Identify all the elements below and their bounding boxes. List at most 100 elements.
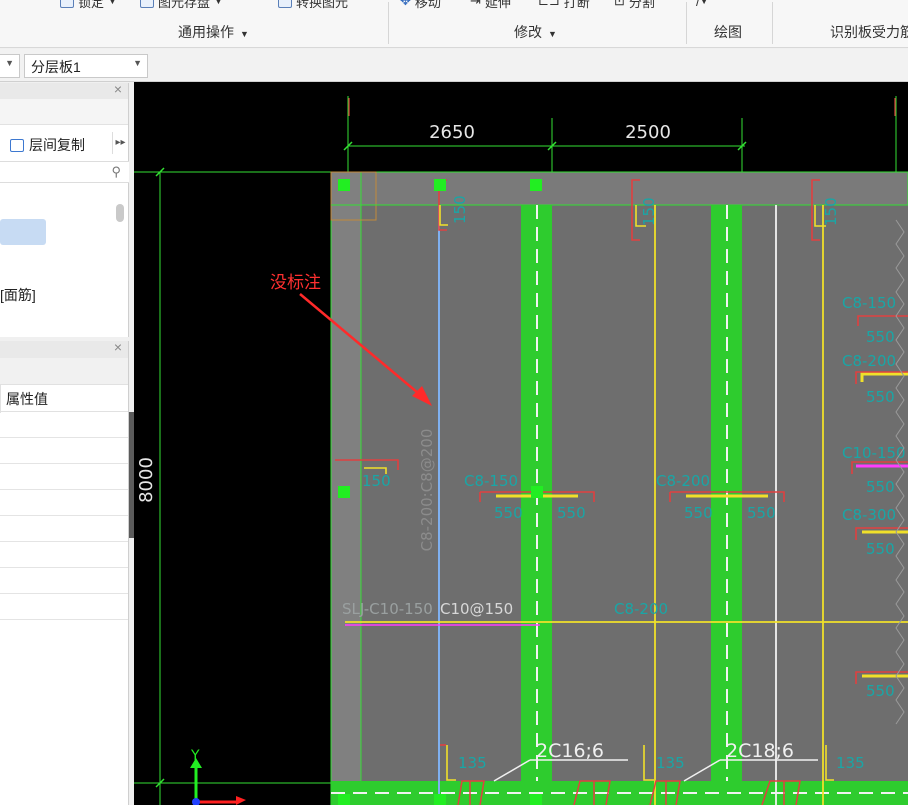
property-panel: × 属性值 — [0, 339, 129, 805]
close-icon[interactable]: × — [114, 81, 122, 97]
group-identify-label: 识别板受力筋 — [830, 24, 908, 40]
scrollbar-thumb[interactable] — [116, 204, 124, 222]
svg-text:Y: Y — [190, 748, 200, 764]
convert-block-tool[interactable]: 转换图元 — [278, 0, 348, 12]
svg-text:550: 550 — [866, 328, 895, 346]
drawing-canvas[interactable]: 2650 2500 8000 SLJ-C10-150 C10@150 C8-20… — [134, 82, 908, 805]
search-icon: ⚲ — [111, 164, 121, 179]
svg-text:135: 135 — [836, 754, 865, 772]
floor-dropdown[interactable]: ▼ — [0, 54, 20, 78]
property-row[interactable] — [0, 516, 128, 542]
property-row[interactable] — [0, 542, 128, 568]
property-row[interactable] — [0, 412, 128, 438]
move-label: 移动 — [414, 0, 441, 10]
svg-text:150: 150 — [362, 472, 391, 490]
group-identify[interactable]: 识别板受力筋 — [830, 22, 908, 42]
block-save-icon — [140, 0, 154, 8]
floor-copy-button[interactable]: 层间复制 — [10, 135, 85, 155]
group-modify[interactable]: 修改 ▼ — [514, 22, 557, 42]
grip-point — [338, 486, 350, 498]
grip-point — [338, 794, 350, 805]
lock-icon — [60, 0, 74, 8]
group-draw[interactable]: 绘图 — [714, 22, 742, 42]
convert-block-icon — [278, 0, 292, 8]
grip-point — [530, 179, 542, 191]
group-divider — [772, 2, 773, 44]
beam-label: 2C16;6 — [536, 740, 604, 762]
break-label: 打断 — [563, 0, 590, 10]
grip-point — [530, 794, 542, 805]
copy-icon — [10, 139, 24, 152]
property-row[interactable] — [0, 464, 128, 490]
search-input[interactable]: ⚲ — [0, 161, 129, 183]
split-icon: ⊡ — [614, 0, 625, 8]
dimension-label: 2500 — [625, 122, 671, 143]
beam-label: 2C18;6 — [726, 740, 794, 762]
property-header-row: 属性值 — [0, 384, 128, 413]
block-save-label: 图元存盘 — [158, 0, 211, 10]
split-tool[interactable]: ⊡ 分割 — [614, 0, 655, 12]
panel-header: × — [0, 81, 128, 99]
svg-text:550: 550 — [494, 504, 523, 522]
svg-text:550: 550 — [866, 682, 895, 700]
svg-text:550: 550 — [557, 504, 586, 522]
property-row[interactable] — [0, 438, 128, 464]
split-label: 分割 — [628, 0, 655, 10]
dimension-label: 2650 — [429, 122, 475, 143]
extend-tool[interactable]: ⇥ 延伸 — [470, 0, 511, 12]
break-tool[interactable]: ⊏⊐ 打断 — [538, 0, 590, 12]
ucs-axis-icon: Y — [190, 748, 246, 805]
tree-item[interactable]: [面筋] — [0, 285, 36, 305]
svg-text:C8-150: C8-150 — [464, 472, 518, 490]
svg-text:C8-200: C8-200 — [842, 352, 896, 370]
component-panel: × 层间复制 ▸▸ ⚲ [面筋] — [0, 81, 129, 337]
chevron-down-icon: ▼ — [5, 58, 14, 68]
extend-label: 延伸 — [484, 0, 511, 10]
layer-dropdown[interactable]: 分层板1 ▼ — [24, 54, 148, 78]
svg-text:C8-300: C8-300 — [842, 506, 896, 524]
lock-tool[interactable]: 锁定 ▼ — [60, 0, 117, 12]
block-save-tool[interactable]: 图元存盘 ▼ — [140, 0, 223, 12]
panel-toolbar — [0, 99, 128, 125]
rebar-label: C8-200 — [614, 600, 668, 618]
chevron-down-icon: ▼ — [133, 58, 142, 68]
break-icon: ⊏⊐ — [538, 0, 560, 8]
property-value-header: 属性值 — [6, 391, 48, 407]
layer-toolbar: ▼ 分层板1 ▼ — [0, 49, 908, 82]
rebar-label: SLJ-C10-150 — [342, 600, 433, 618]
grip-point — [531, 486, 543, 498]
svg-text:C8-200: C8-200 — [656, 472, 710, 490]
grip-point — [434, 179, 446, 191]
property-row[interactable] — [0, 594, 128, 620]
group-general[interactable]: 通用操作 ▼ — [178, 22, 249, 42]
draw-dropdown[interactable]: / ▼ — [696, 0, 709, 12]
close-icon[interactable]: × — [114, 339, 122, 355]
group-modify-label: 修改 — [514, 24, 542, 40]
svg-text:150: 150 — [451, 195, 469, 224]
svg-text:550: 550 — [866, 478, 895, 496]
lock-label: 锁定 — [78, 0, 105, 10]
svg-text:550: 550 — [866, 540, 895, 558]
more-icon[interactable]: ▸▸ — [112, 132, 128, 154]
rebar-label-vertical: C8-200:C8@200 — [418, 429, 436, 552]
red-ticks — [348, 98, 896, 116]
floor-copy-label: 层间复制 — [29, 137, 85, 153]
cad-drawing[interactable]: 2650 2500 8000 SLJ-C10-150 C10@150 C8-20… — [134, 82, 908, 805]
layer-value: 分层板1 — [31, 59, 81, 75]
extend-icon: ⇥ — [470, 0, 481, 8]
group-general-label: 通用操作 — [178, 24, 234, 40]
move-tool[interactable]: ✥ 移动 — [400, 0, 441, 12]
grip-point — [338, 179, 350, 191]
convert-block-label: 转换图元 — [296, 0, 349, 10]
annotation-note: 没标注 — [270, 273, 321, 293]
ribbon: 锁定 ▼ 图元存盘 ▼ 转换图元 ✥ 移动 ⇥ 延伸 ⊏⊐ 打断 ⊡ 分割 / ▼ 通用操作… — [0, 0, 908, 48]
grip-point — [434, 794, 446, 805]
panel-toolbar — [0, 358, 128, 384]
tree-item-selected[interactable] — [0, 219, 46, 245]
property-row[interactable] — [0, 490, 128, 516]
svg-text:135: 135 — [458, 754, 487, 772]
svg-text:550: 550 — [866, 388, 895, 406]
property-row[interactable] — [0, 568, 128, 594]
group-divider — [388, 2, 389, 44]
svg-text:150: 150 — [822, 197, 840, 226]
